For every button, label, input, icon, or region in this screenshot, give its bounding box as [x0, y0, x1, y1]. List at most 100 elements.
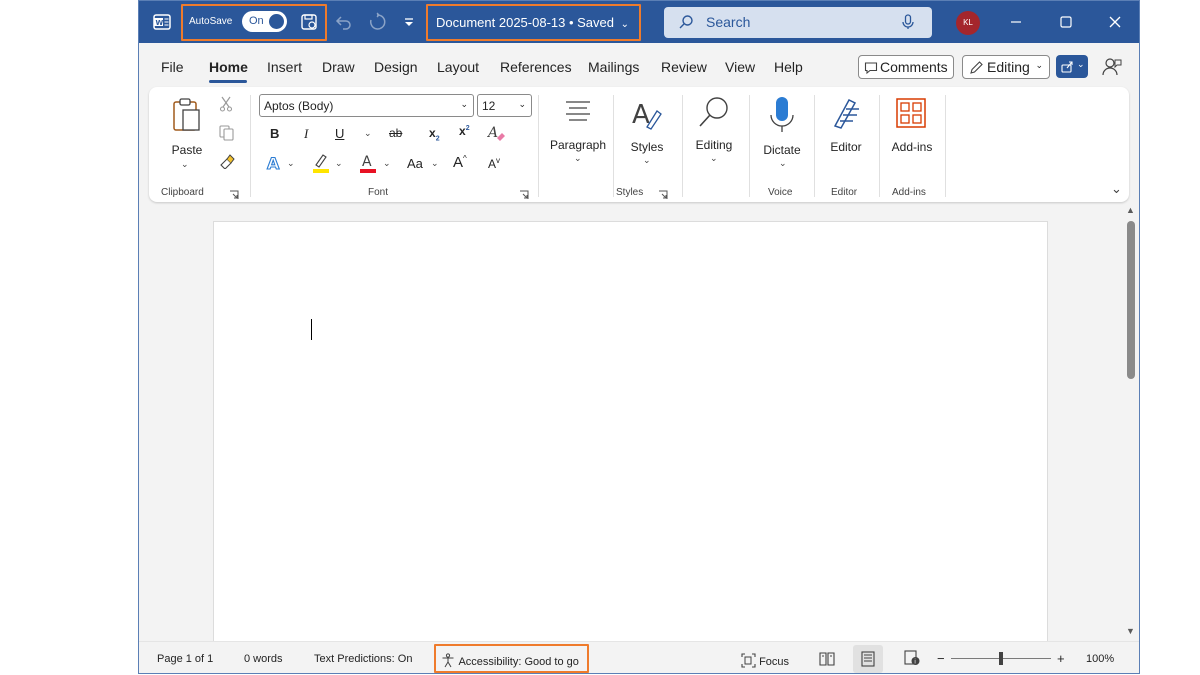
- editing-label[interactable]: Editing: [687, 138, 741, 152]
- word-count[interactable]: 0 words: [244, 653, 283, 665]
- format-painter-icon[interactable]: [219, 153, 235, 169]
- ribbon-collapse-chevron-icon[interactable]: ⌄: [1111, 181, 1122, 197]
- tab-layout[interactable]: Layout: [437, 59, 479, 75]
- paragraph-label[interactable]: Paragraph: [543, 138, 613, 152]
- dialog-launcher-icon[interactable]: [658, 190, 668, 200]
- editor-icon[interactable]: [829, 96, 863, 130]
- font-color-icon[interactable]: A: [358, 152, 378, 174]
- customize-qat-icon[interactable]: [399, 12, 419, 32]
- undo-icon[interactable]: [334, 12, 354, 32]
- strikethrough-button[interactable]: ab: [389, 126, 402, 140]
- tab-home[interactable]: Home: [209, 59, 248, 75]
- word-app-icon[interactable]: W: [153, 13, 171, 31]
- highlight-icon[interactable]: [311, 152, 331, 174]
- dictate-label[interactable]: Dictate: [756, 143, 808, 157]
- styles-label[interactable]: Styles: [621, 140, 673, 154]
- accessibility-label: Accessibility: Good to go: [458, 656, 579, 668]
- focus-mode-button[interactable]: Focus: [741, 653, 789, 668]
- paragraph-icon[interactable]: [564, 99, 592, 125]
- read-mode-icon[interactable]: [819, 651, 835, 666]
- dialog-launcher-icon[interactable]: [519, 190, 529, 200]
- font-name-combo[interactable]: Aptos (Body) ⌄: [259, 94, 474, 117]
- close-icon[interactable]: [1100, 9, 1130, 35]
- web-layout-icon[interactable]: i: [904, 650, 920, 666]
- chevron-down-icon[interactable]: ⌄: [779, 158, 787, 169]
- zoom-out-button[interactable]: −: [937, 651, 945, 666]
- tab-insert[interactable]: Insert: [267, 59, 302, 75]
- tab-draw[interactable]: Draw: [322, 59, 355, 75]
- tab-help[interactable]: Help: [774, 59, 803, 75]
- zoom-slider-thumb[interactable]: [999, 652, 1003, 665]
- user-avatar[interactable]: KL: [956, 11, 980, 35]
- clear-formatting-icon[interactable]: A: [487, 124, 507, 142]
- accessibility-status[interactable]: Accessibility: Good to go: [441, 653, 579, 668]
- maximize-icon[interactable]: [1051, 9, 1081, 35]
- microphone-icon[interactable]: [768, 95, 796, 135]
- add-ins-label[interactable]: Add-ins: [883, 140, 941, 154]
- page-count[interactable]: Page 1 of 1: [157, 653, 213, 665]
- menu-tabs: File Home Insert Draw Design Layout Refe…: [139, 43, 1139, 87]
- font-size-combo[interactable]: 12 ⌄: [477, 94, 532, 117]
- svg-text:W: W: [156, 19, 164, 27]
- chevron-down-icon[interactable]: ⌄: [364, 128, 372, 139]
- tab-design[interactable]: Design: [374, 59, 418, 75]
- vertical-scrollbar[interactable]: ▲ ▼: [1124, 205, 1138, 640]
- chevron-down-icon[interactable]: ⌄: [710, 153, 718, 164]
- zoom-slider[interactable]: [951, 652, 1051, 665]
- tab-view[interactable]: View: [725, 59, 755, 75]
- find-icon[interactable]: [697, 95, 731, 129]
- redo-icon[interactable]: [367, 12, 387, 32]
- microphone-icon[interactable]: [900, 13, 916, 31]
- chevron-down-icon[interactable]: ⌄: [335, 158, 343, 169]
- search-icon: [679, 15, 693, 29]
- dialog-launcher-icon[interactable]: [229, 190, 239, 200]
- scroll-up-icon[interactable]: ▲: [1126, 205, 1135, 215]
- italic-button[interactable]: I: [304, 126, 308, 142]
- text-effects-icon[interactable]: A: [265, 153, 285, 173]
- tab-file[interactable]: File: [161, 59, 184, 75]
- coauthoring-icon[interactable]: [1101, 56, 1123, 78]
- font-name-value: Aptos (Body): [264, 99, 334, 113]
- share-button[interactable]: ⌄: [1056, 55, 1088, 78]
- scroll-down-icon[interactable]: ▼: [1126, 626, 1135, 636]
- change-case-button[interactable]: Aa: [407, 156, 423, 171]
- superscript-button[interactable]: x2: [459, 124, 470, 138]
- chevron-down-icon[interactable]: ⌄: [431, 158, 439, 169]
- tab-review[interactable]: Review: [661, 59, 707, 75]
- autosave-toggle[interactable]: On: [242, 11, 287, 32]
- minimize-icon[interactable]: [1001, 9, 1031, 35]
- document-title[interactable]: Document 2025-08-13 • Saved ⌄: [436, 15, 629, 30]
- paste-label[interactable]: Paste: [169, 143, 205, 157]
- chevron-down-icon[interactable]: ⌄: [643, 155, 651, 166]
- bold-button[interactable]: B: [270, 126, 279, 141]
- chevron-down-icon[interactable]: ⌄: [383, 158, 391, 169]
- shrink-font-button[interactable]: Av: [488, 156, 500, 171]
- paste-icon[interactable]: [172, 97, 202, 133]
- add-ins-icon[interactable]: [895, 97, 927, 129]
- copy-icon[interactable]: [219, 125, 234, 141]
- cut-icon[interactable]: [219, 96, 233, 112]
- editor-group-label: Editor: [831, 187, 858, 198]
- comments-button[interactable]: Comments: [858, 55, 954, 79]
- text-predictions-status[interactable]: Text Predictions: On: [314, 653, 412, 665]
- underline-button[interactable]: U: [335, 126, 344, 141]
- chevron-down-icon[interactable]: ⌄: [574, 153, 582, 164]
- subscript-button[interactable]: x2: [429, 126, 440, 142]
- print-layout-button[interactable]: [853, 645, 883, 673]
- zoom-level[interactable]: 100%: [1086, 653, 1114, 665]
- accessibility-icon: [442, 653, 454, 668]
- tab-references[interactable]: References: [500, 59, 572, 75]
- grow-font-button[interactable]: A^: [453, 154, 467, 171]
- styles-icon[interactable]: A: [631, 97, 663, 131]
- chevron-down-icon[interactable]: ⌄: [287, 158, 295, 169]
- scroll-thumb[interactable]: [1127, 221, 1135, 379]
- tab-mailings[interactable]: Mailings: [588, 59, 639, 75]
- editing-mode-button[interactable]: Editing ⌄: [962, 55, 1050, 79]
- document-page[interactable]: [213, 221, 1048, 651]
- chevron-down-icon[interactable]: ⌄: [181, 159, 189, 170]
- editor-label[interactable]: Editor: [820, 140, 872, 154]
- zoom-in-button[interactable]: +: [1057, 651, 1065, 666]
- search-box[interactable]: Search: [664, 7, 932, 38]
- save-icon[interactable]: [299, 12, 319, 32]
- word-window: W AutoSave On Document 2025-08-13 • Save…: [138, 0, 1140, 674]
